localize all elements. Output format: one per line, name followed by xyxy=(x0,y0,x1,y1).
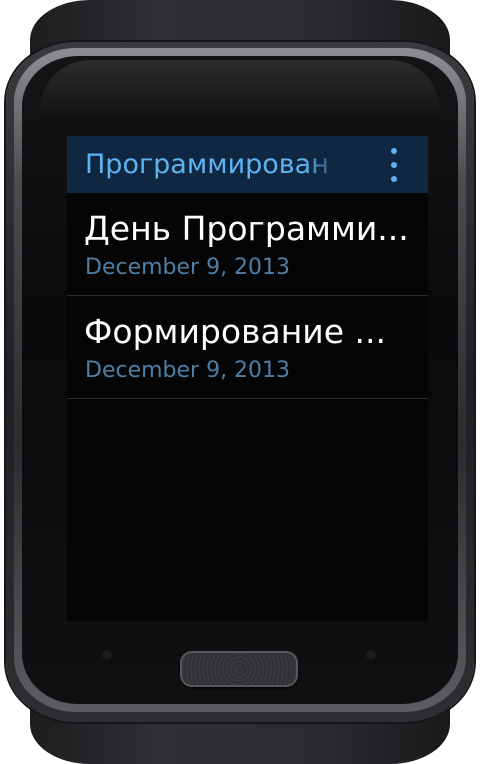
list-item-title: День Программи... xyxy=(84,209,409,248)
list-item[interactable]: Формирование ... December 9, 2013 xyxy=(67,296,428,399)
list-item[interactable]: День Программи... December 9, 2013 xyxy=(67,193,428,296)
home-button[interactable] xyxy=(180,651,298,687)
action-bar: Программирован xyxy=(67,136,428,193)
smartwatch-device: Программирован День Программи... Decembe… xyxy=(0,0,480,764)
more-options-button[interactable] xyxy=(377,144,411,186)
screen-glare xyxy=(40,60,440,120)
right-sensor xyxy=(366,650,376,660)
list-item-title: Формирование ... xyxy=(84,312,386,351)
article-list: День Программи... December 9, 2013 Форми… xyxy=(67,193,428,399)
list-item-date: December 9, 2013 xyxy=(85,255,291,280)
watch-screen: Программирован День Программи... Decembe… xyxy=(67,136,428,621)
list-item-date: December 9, 2013 xyxy=(85,358,291,383)
title-fade xyxy=(305,144,345,186)
left-sensor xyxy=(102,650,112,660)
